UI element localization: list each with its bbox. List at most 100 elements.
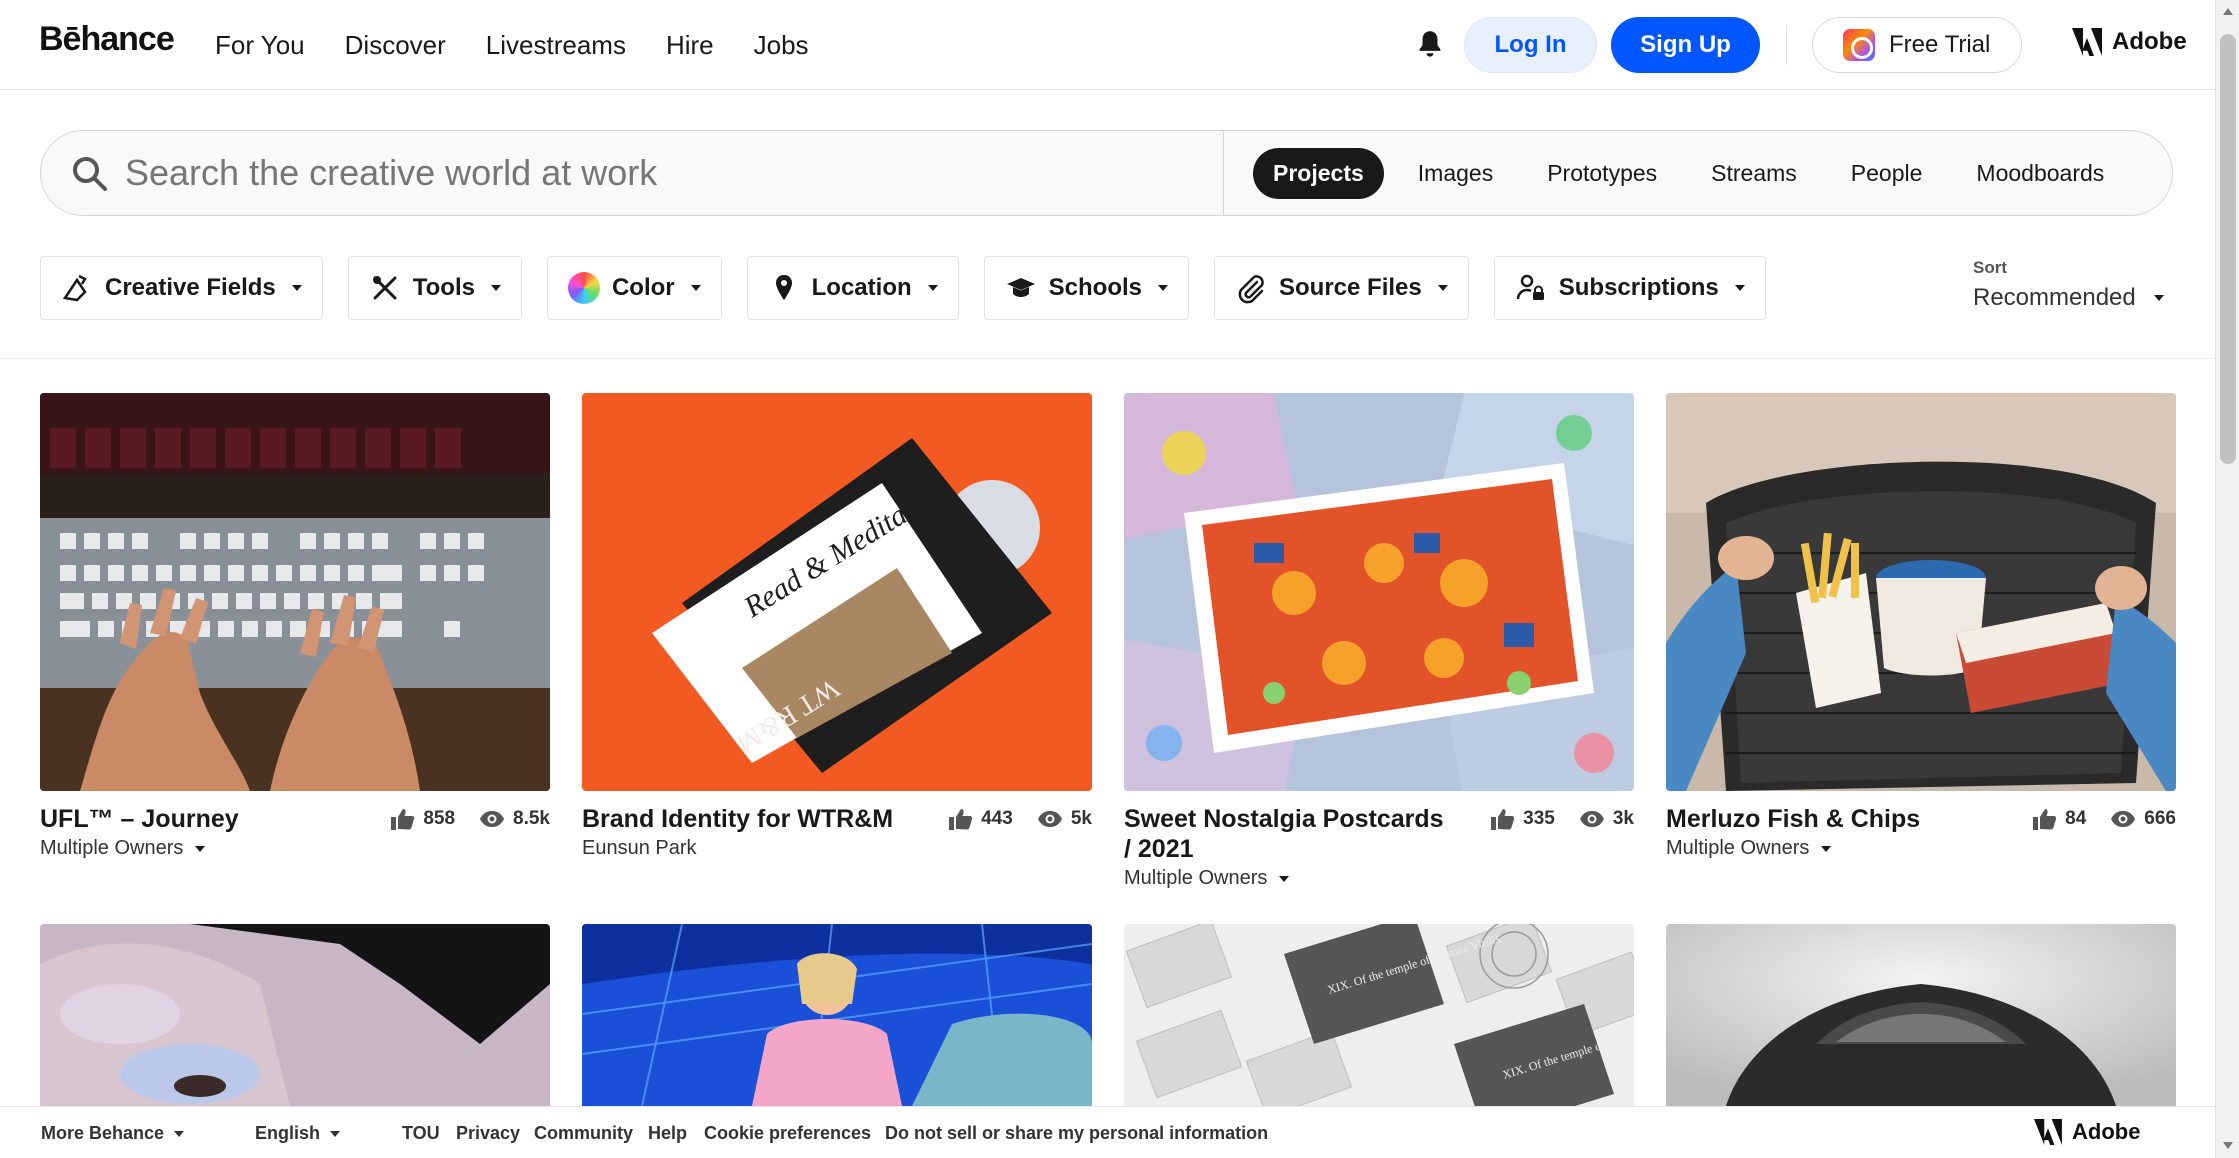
project-owner[interactable]: Eunsun Park xyxy=(582,837,697,860)
project-card[interactable]: UFL™ – Journey Multiple Owners 858 8.5k xyxy=(40,393,550,871)
footer-link-community[interactable]: Community xyxy=(534,1123,633,1144)
footer-link-help[interactable]: Help xyxy=(648,1123,687,1144)
project-owner[interactable]: Multiple Owners xyxy=(1666,837,1832,860)
project-thumbnail[interactable] xyxy=(582,924,1092,1106)
nav-discover[interactable]: Discover xyxy=(345,30,446,61)
thumbs-up-icon xyxy=(1491,809,1515,830)
filter-location[interactable]: Location xyxy=(746,256,959,320)
nav-hire[interactable]: Hire xyxy=(666,30,714,61)
project-card[interactable] xyxy=(40,924,550,1106)
scope-projects[interactable]: Projects xyxy=(1253,148,1384,199)
nav-for-you[interactable]: For You xyxy=(215,30,305,61)
scroll-up-arrow-icon[interactable] xyxy=(2223,8,2233,15)
filter-label: Subscriptions xyxy=(1558,274,1719,301)
sign-up-button[interactable]: Sign Up xyxy=(1611,17,1760,73)
footer-link-tou[interactable]: TOU xyxy=(402,1123,440,1144)
makeup-portrait-photo xyxy=(40,924,550,1106)
project-thumbnail[interactable] xyxy=(1124,393,1634,791)
log-in-button[interactable]: Log In xyxy=(1464,17,1597,73)
filters-divider xyxy=(0,358,2215,359)
free-trial-button[interactable]: Free Trial xyxy=(1812,17,2022,73)
scope-streams[interactable]: Streams xyxy=(1691,148,1817,199)
sort-value-text: Recommended xyxy=(1973,284,2136,311)
project-thumbnail[interactable] xyxy=(1666,924,2176,1106)
more-behance-dropdown[interactable]: More Behance xyxy=(41,1123,185,1144)
scroll-down-arrow-icon[interactable] xyxy=(2223,1142,2233,1149)
filter-color[interactable]: Color xyxy=(546,256,722,320)
project-thumbnail[interactable] xyxy=(40,393,550,791)
like-count: 335 xyxy=(1523,808,1555,829)
filter-source-files[interactable]: Source Files xyxy=(1214,256,1469,320)
filter-label: Creative Fields xyxy=(105,274,276,301)
project-thumbnail[interactable]: XIX. Of the temple of Fortuna Virilis XI… xyxy=(1124,924,1634,1106)
footer-adobe-link[interactable]: Adobe xyxy=(2034,1119,2140,1145)
footer-link-cookie-preferences[interactable]: Cookie preferences xyxy=(704,1123,871,1144)
project-meta: Brand Identity for WTR&M Eunsun Park 443… xyxy=(582,791,1092,871)
scope-people[interactable]: People xyxy=(1831,148,1943,199)
keyboard-photo xyxy=(40,393,550,791)
like-count: 858 xyxy=(423,808,456,829)
adobe-label: Adobe xyxy=(2072,1119,2141,1144)
project-thumbnail[interactable] xyxy=(1666,393,2176,791)
footer-link-do-not-sell[interactable]: Do not sell or share my personal informa… xyxy=(885,1123,1268,1144)
thumbs-up-icon xyxy=(391,809,415,830)
chevron-down-icon xyxy=(1158,285,1168,291)
user-lock-icon xyxy=(1516,274,1544,300)
filter-label: Color xyxy=(611,274,675,301)
project-owner[interactable]: Multiple Owners xyxy=(40,837,206,860)
scrollbar-thumb[interactable] xyxy=(2220,34,2236,464)
footer: More Behance English TOU Privacy Communi… xyxy=(0,1106,2215,1158)
adobe-link[interactable]: Adobe xyxy=(2072,28,2187,56)
project-card[interactable]: Merluzo Fish & Chips Multiple Owners 84 … xyxy=(1666,393,2176,871)
project-thumbnail[interactable]: Read & Meditate WT R&M xyxy=(582,393,1092,791)
project-stats: 84 666 xyxy=(2031,807,2176,831)
project-meta: Sweet Nostalgia Postcards / 2021 Multipl… xyxy=(1124,791,1634,889)
search-icon xyxy=(73,157,107,191)
scope-prototypes[interactable]: Prototypes xyxy=(1527,148,1677,199)
search-bar: Projects Images Prototypes Streams Peopl… xyxy=(40,130,2173,216)
page-scrollbar[interactable] xyxy=(2215,0,2239,1158)
project-thumbnail[interactable] xyxy=(40,924,550,1106)
postcards-illustration xyxy=(1124,393,1634,791)
language-dropdown[interactable]: English xyxy=(255,1123,341,1144)
view-count: 8.5k xyxy=(513,808,550,829)
filter-label: Location xyxy=(811,274,912,301)
sort-value: Recommended xyxy=(1973,284,2164,312)
project-card[interactable]: Sweet Nostalgia Postcards / 2021 Multipl… xyxy=(1124,393,1634,889)
project-card[interactable] xyxy=(1666,924,2176,1106)
filter-bar: Creative Fields Tools Color Location Sch… xyxy=(40,256,1766,320)
project-title[interactable]: Brand Identity for WTR&M xyxy=(582,804,922,834)
project-title[interactable]: Merluzo Fish & Chips xyxy=(1666,804,2006,834)
filter-creative-fields[interactable]: Creative Fields xyxy=(40,256,323,320)
chevron-down-icon xyxy=(927,285,938,291)
filter-subscriptions[interactable]: Subscriptions xyxy=(1493,256,1766,320)
search-input[interactable] xyxy=(125,145,1225,201)
chevron-down-icon xyxy=(291,285,302,291)
sort-dropdown[interactable]: Sort Recommended xyxy=(1973,258,2164,312)
scope-images[interactable]: Images xyxy=(1398,148,1513,199)
color-wheel-icon xyxy=(567,272,600,304)
project-title[interactable]: UFL™ – Journey xyxy=(40,804,380,834)
top-header: Bēhance For You Discover Livestreams Hir… xyxy=(0,0,2215,90)
project-title[interactable]: Sweet Nostalgia Postcards / 2021 xyxy=(1124,804,1454,864)
filter-tools[interactable]: Tools xyxy=(347,256,522,320)
chevron-down-icon xyxy=(490,285,501,291)
project-card[interactable]: Read & Meditate WT R&M Brand Identity fo… xyxy=(582,393,1092,871)
project-meta: UFL™ – Journey Multiple Owners 858 8.5k xyxy=(40,791,550,871)
eye-icon xyxy=(2111,811,2136,827)
chevron-down-icon xyxy=(174,1131,185,1138)
scope-moodboards[interactable]: Moodboards xyxy=(1956,148,2124,199)
project-card[interactable] xyxy=(582,924,1092,1106)
eye-icon xyxy=(1579,811,1604,827)
footer-link-privacy[interactable]: Privacy xyxy=(456,1123,520,1144)
nav-jobs[interactable]: Jobs xyxy=(754,30,809,61)
bell-icon[interactable] xyxy=(1416,29,1444,59)
eye-icon xyxy=(480,811,505,827)
project-card[interactable]: XIX. Of the temple of Fortuna Virilis XI… xyxy=(1124,924,1634,1106)
chevron-down-icon xyxy=(1437,285,1448,291)
nav-livestreams[interactable]: Livestreams xyxy=(486,30,626,61)
filter-schools[interactable]: Schools xyxy=(983,256,1189,320)
project-owner[interactable]: Multiple Owners xyxy=(1124,867,1290,890)
thumbs-up-icon xyxy=(949,809,973,830)
behance-logo[interactable]: Bēhance xyxy=(39,20,175,59)
